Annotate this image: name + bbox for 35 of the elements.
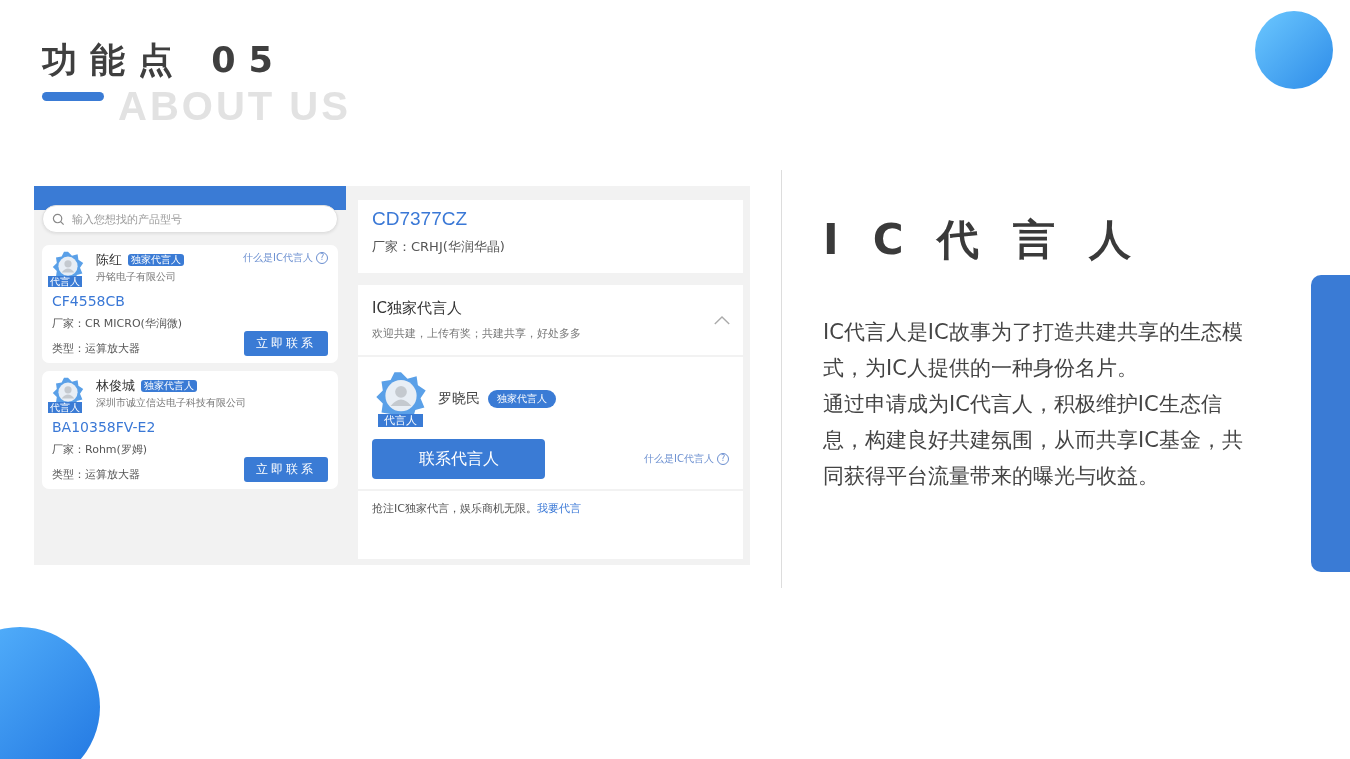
person-name: 陈红 — [96, 251, 122, 269]
person-name: 罗晓民 — [438, 390, 480, 408]
contact-button[interactable]: 立即联系 — [244, 331, 328, 356]
help-link[interactable]: 什么是IC代言人 — [644, 452, 714, 466]
feature-paragraph: 通过申请成为IC代言人，积极维护IC生态信息，构建良好共建氛围，从而共享IC基金，共同获得平台流量带来的曝光与收益。 — [823, 391, 1244, 490]
maker-text: 厂家：CRHJ(华润华晶) — [372, 238, 506, 256]
company-name: 深圳市诚立信达电子科技有限公司 — [96, 396, 247, 410]
search-field[interactable]: 输入您想找的产品型号 — [42, 205, 338, 233]
maker-text: 厂家：Rohm(罗姆) — [52, 442, 149, 457]
avatar-ribbon: 代言人 — [48, 402, 82, 413]
promo-text: 抢注IC独家代言，娱乐商机无限。我要代言 — [372, 501, 582, 516]
section-subtitle: 欢迎共建，上传有奖；共建共享，好处多多 — [372, 326, 581, 341]
section-title: IC独家代言人 — [372, 299, 463, 318]
person-name: 林俊城 — [96, 377, 135, 395]
title-underline — [42, 92, 104, 101]
exclusive-tag: 独家代言人 — [141, 380, 197, 392]
type-text: 类型：运算放大器 — [52, 467, 140, 482]
exclusive-tag: 独家代言人 — [128, 254, 184, 266]
apply-link[interactable]: 我要代言 — [536, 502, 581, 515]
chevron-up-icon[interactable] — [713, 314, 731, 326]
part-number: CD7377CZ — [372, 208, 469, 230]
contact-button[interactable]: 立即联系 — [244, 457, 328, 482]
slide-title: 功能点 05 — [42, 39, 286, 82]
help-link[interactable]: 什么是IC代言人 — [243, 251, 313, 265]
feature-title: IC代言人 — [823, 214, 1167, 266]
avatar-ribbon: 代言人 — [378, 414, 423, 427]
feature-paragraph: IC代言人是IC故事为了打造共建共享的生态模式，为IC人提供的一种身份名片。 — [823, 319, 1244, 382]
maker-text: 厂家：CR MICRO(华润微) — [52, 316, 184, 331]
avatar-ribbon: 代言人 — [48, 276, 82, 287]
exclusive-tag: 独家代言人 — [488, 390, 556, 408]
type-text: 类型：运算放大器 — [52, 341, 140, 356]
part-number: CF4558CB — [52, 293, 126, 309]
part-number: BA10358FV-E2 — [52, 419, 157, 435]
company-name: 丹铭电子有限公司 — [96, 270, 177, 284]
contact-spokesperson-button[interactable]: 联系代言人 — [372, 439, 545, 479]
